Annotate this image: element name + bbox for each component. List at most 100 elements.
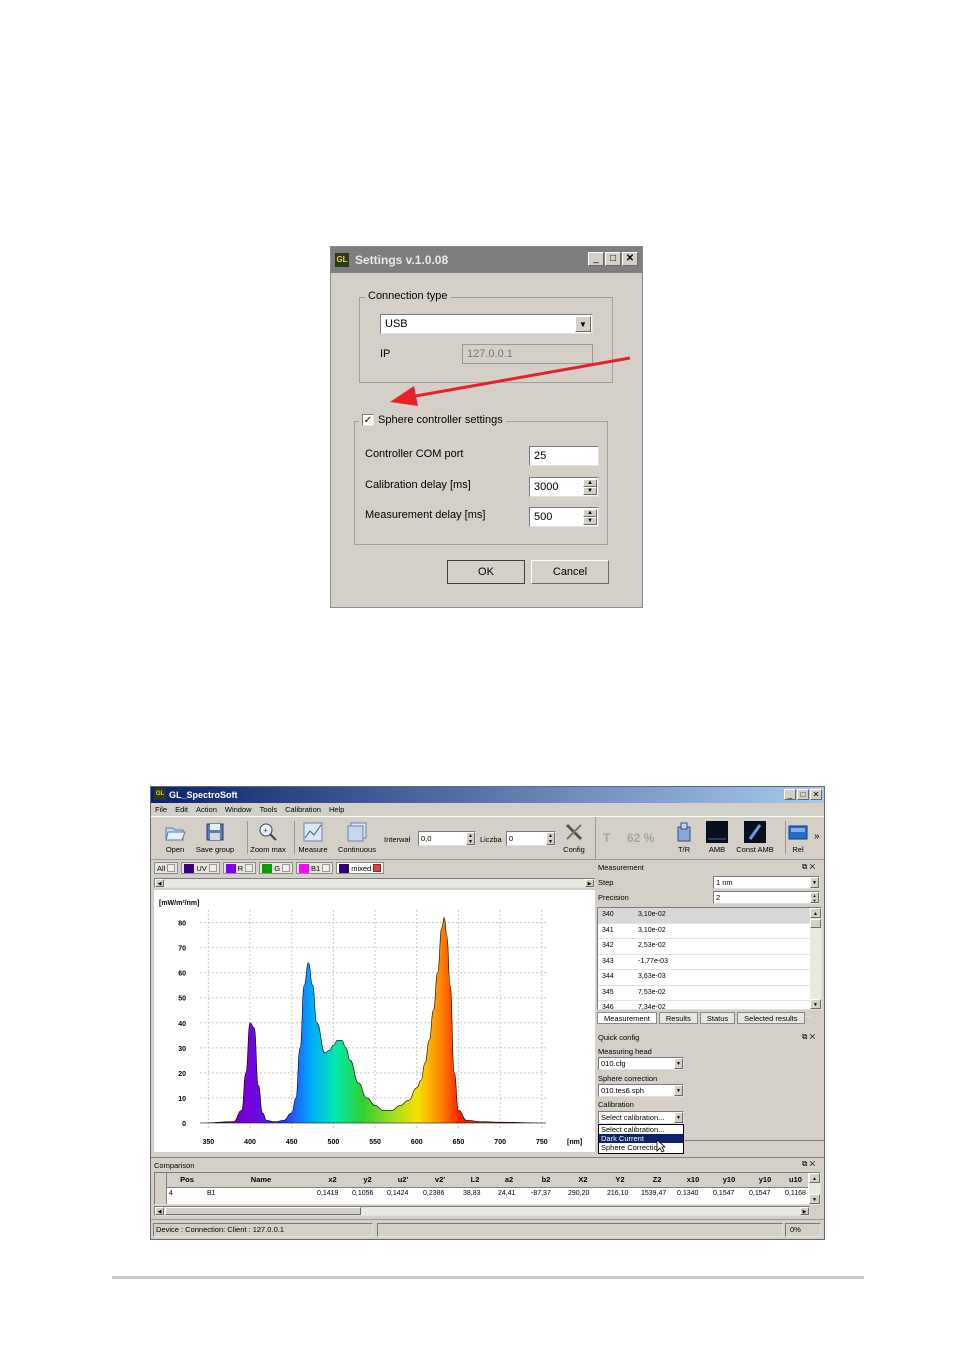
minimize-button[interactable]: _ [784, 789, 796, 800]
com-port-input[interactable]: 25 [529, 446, 599, 466]
tr-button[interactable]: T/R [672, 821, 696, 854]
chevron-down-icon[interactable]: ▼ [575, 316, 591, 332]
chevron-down-icon[interactable]: ▼ [674, 1085, 683, 1096]
column-header-z2[interactable]: Z2 [639, 1175, 675, 1184]
series-tab-all[interactable]: All [154, 862, 179, 874]
dropdown-item-highlighted[interactable]: Dark Current [599, 1134, 683, 1143]
interval-spinbox[interactable]: 0,0 ▲ ▼ [418, 831, 476, 846]
panel-float-close-icon[interactable]: ⧉ ✕ [802, 1159, 815, 1169]
calibration-select[interactable]: Select calibration... ▼ [598, 1111, 684, 1124]
series-tab-b1[interactable]: B1 [296, 862, 334, 874]
calibration-delay-spinbox[interactable]: 3000 ▲ ▼ [529, 477, 599, 497]
menu-window[interactable]: Window [225, 805, 252, 814]
cancel-button[interactable]: Cancel [531, 560, 609, 584]
column-header-pos[interactable]: Pos [167, 1175, 207, 1184]
table-row[interactable]: 341 3,10e-02 [598, 924, 810, 939]
continuous-button[interactable]: Continuous [335, 821, 379, 854]
close-tab-icon[interactable] [322, 864, 331, 872]
column-header-x10[interactable]: x10 [675, 1175, 711, 1184]
spin-arrows-icon[interactable]: ▲ ▼ [546, 832, 555, 845]
zoom-max-button[interactable]: + Zoom max [247, 821, 288, 854]
sphere-correction-select[interactable]: 010.tes6.sph ▼ [598, 1084, 684, 1097]
comparison-hscrollbar[interactable]: ◀ ▶ [154, 1206, 810, 1216]
measuring-head-select[interactable]: 010.cfg ▼ [598, 1057, 684, 1070]
panel-float-close-icon[interactable]: ⧉ ✕ [802, 1032, 815, 1042]
scroll-up-icon[interactable]: ▲ [810, 908, 821, 918]
rel-button[interactable]: Rel [785, 821, 810, 854]
spin-arrows-icon[interactable]: ▲ ▼ [810, 892, 819, 903]
close-tab-icon[interactable] [167, 864, 176, 872]
series-tab-uv[interactable]: UV [181, 862, 220, 874]
chevron-down-icon[interactable]: ▼ [810, 877, 819, 888]
tab-results[interactable]: Results [658, 1012, 698, 1024]
column-header-a2[interactable]: a2 [491, 1175, 527, 1184]
spin-up-icon[interactable]: ▲ [583, 509, 597, 517]
sphere-controller-checkbox[interactable]: ✓ [362, 414, 374, 426]
column-header-name[interactable]: Name [207, 1175, 315, 1184]
spin-arrows-icon[interactable]: ▲ ▼ [466, 832, 475, 845]
table-row[interactable]: 343 -1,77e-03 [598, 955, 810, 970]
scroll-down-icon[interactable]: ▼ [810, 999, 821, 1009]
menu-tools[interactable]: Tools [260, 805, 278, 814]
scroll-left-icon[interactable]: ◀ [155, 879, 164, 887]
spin-down-icon[interactable]: ▼ [583, 487, 597, 495]
table-scrollbar[interactable]: ▲ ▼ [810, 908, 821, 1009]
amb-button[interactable]: AMB [704, 821, 730, 854]
scroll-thumb[interactable] [165, 1207, 361, 1215]
dropdown-item[interactable]: Sphere Correction [599, 1143, 683, 1152]
minimize-button[interactable]: _ [588, 252, 604, 266]
close-button[interactable]: ✕ [810, 789, 822, 800]
save-group-button[interactable]: Save group [193, 821, 237, 854]
column-header-y10-b[interactable]: y10 [747, 1175, 783, 1184]
column-header-y2[interactable]: y2 [350, 1175, 385, 1184]
ok-button[interactable]: OK [447, 560, 525, 584]
menu-file[interactable]: File [155, 805, 167, 814]
config-button[interactable]: Config [559, 821, 589, 854]
scroll-right-icon[interactable]: ▶ [800, 1207, 809, 1215]
table-row[interactable]: 344 3,63e-03 [598, 970, 810, 986]
close-tab-icon[interactable] [208, 864, 217, 872]
column-header-y2-tristimulus[interactable]: Y2 [601, 1175, 639, 1184]
table-row[interactable]: 342 2,53e-02 [598, 939, 810, 955]
maximize-button[interactable]: □ [605, 252, 621, 266]
series-tab-g[interactable]: G [259, 862, 294, 874]
column-header-x2-tristimulus[interactable]: X2 [565, 1175, 601, 1184]
column-header-u10[interactable]: u10 [783, 1175, 808, 1184]
close-button[interactable]: ✕ [622, 252, 638, 266]
close-tab-icon[interactable] [282, 864, 291, 872]
tab-selected-results[interactable]: Selected results [737, 1012, 805, 1024]
const-amb-button[interactable]: Const AMB [735, 821, 775, 854]
spin-up-icon[interactable]: ▲ [583, 479, 597, 487]
column-header-l2[interactable]: L2 [459, 1175, 491, 1184]
precision-spinbox[interactable]: 2 ▲ ▼ [713, 891, 820, 904]
scroll-up-icon[interactable]: ▲ [809, 1173, 820, 1183]
series-tab-r[interactable]: R [222, 862, 257, 874]
panel-float-close-icon[interactable]: ⧉ ✕ [802, 862, 815, 872]
measure-button[interactable]: Measure [294, 821, 331, 854]
scroll-down-icon[interactable]: ▼ [809, 1194, 820, 1204]
maximize-button[interactable]: □ [797, 789, 809, 800]
column-header-b2[interactable]: b2 [527, 1175, 565, 1184]
table-row[interactable]: 340 3,10e-02 [598, 908, 810, 924]
tab-status[interactable]: Status [699, 1012, 736, 1024]
column-header-y10[interactable]: y10 [711, 1175, 747, 1184]
table-row[interactable]: 4 B1 0,1419 0,1056 0,1424 0,2386 38,83 2… [155, 1188, 808, 1201]
scroll-thumb[interactable] [810, 919, 821, 928]
menu-help[interactable]: Help [329, 805, 344, 814]
scroll-right-icon[interactable]: ▶ [585, 879, 594, 887]
toolbar-overflow-button[interactable]: » [814, 831, 820, 842]
menu-edit[interactable]: Edit [175, 805, 188, 814]
chevron-down-icon[interactable]: ▼ [674, 1112, 683, 1123]
close-tab-icon[interactable] [373, 864, 382, 872]
scroll-left-icon[interactable]: ◀ [155, 1207, 164, 1215]
spin-down-icon[interactable]: ▼ [583, 517, 597, 525]
chevron-down-icon[interactable]: ▼ [674, 1058, 683, 1069]
menu-action[interactable]: Action [196, 805, 217, 814]
tab-measurement[interactable]: Measurement [597, 1012, 657, 1024]
series-tab-mixed[interactable]: mixed [336, 862, 385, 874]
step-select[interactable]: 1 nm ▼ [713, 876, 820, 889]
connection-type-select[interactable]: USB ▼ [380, 314, 593, 334]
dropdown-item[interactable]: Select calibration... [599, 1125, 683, 1134]
menu-calibration[interactable]: Calibration [285, 805, 321, 814]
column-header-v2[interactable]: v2' [421, 1175, 459, 1184]
